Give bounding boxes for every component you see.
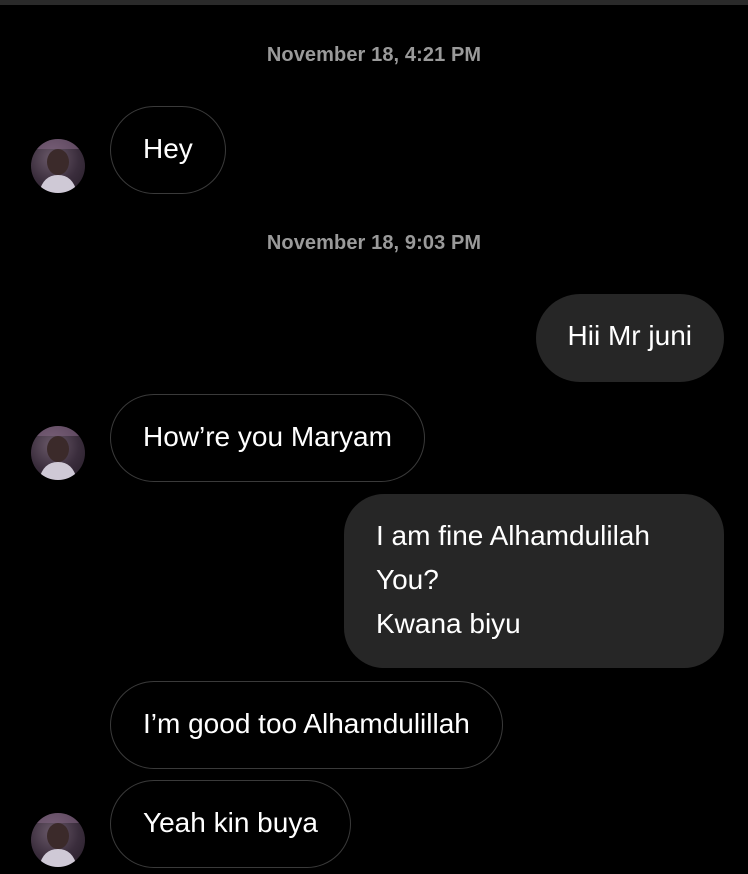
message-bubble-incoming[interactable]: I’m good too Alhamdulillah <box>110 681 503 769</box>
timestamp-1: November 18, 4:21 PM <box>266 44 482 66</box>
timestamp-2: November 18, 9:03 PM <box>266 232 482 254</box>
message-bubble-incoming[interactable]: Yeah kin buya <box>110 780 351 868</box>
contact-avatar[interactable] <box>31 139 85 193</box>
message-bubble-incoming[interactable]: How’re you Maryam <box>110 394 425 482</box>
message-bubble-outgoing[interactable]: Hii Mr juni <box>535 294 724 382</box>
message-bubble-outgoing[interactable]: I am fine Alhamdulilah You? Kwana biyu <box>344 494 724 668</box>
contact-avatar[interactable] <box>31 813 85 867</box>
message-bubble-incoming[interactable]: Hey <box>110 106 226 194</box>
contact-avatar[interactable] <box>31 426 85 480</box>
top-divider <box>0 0 748 5</box>
